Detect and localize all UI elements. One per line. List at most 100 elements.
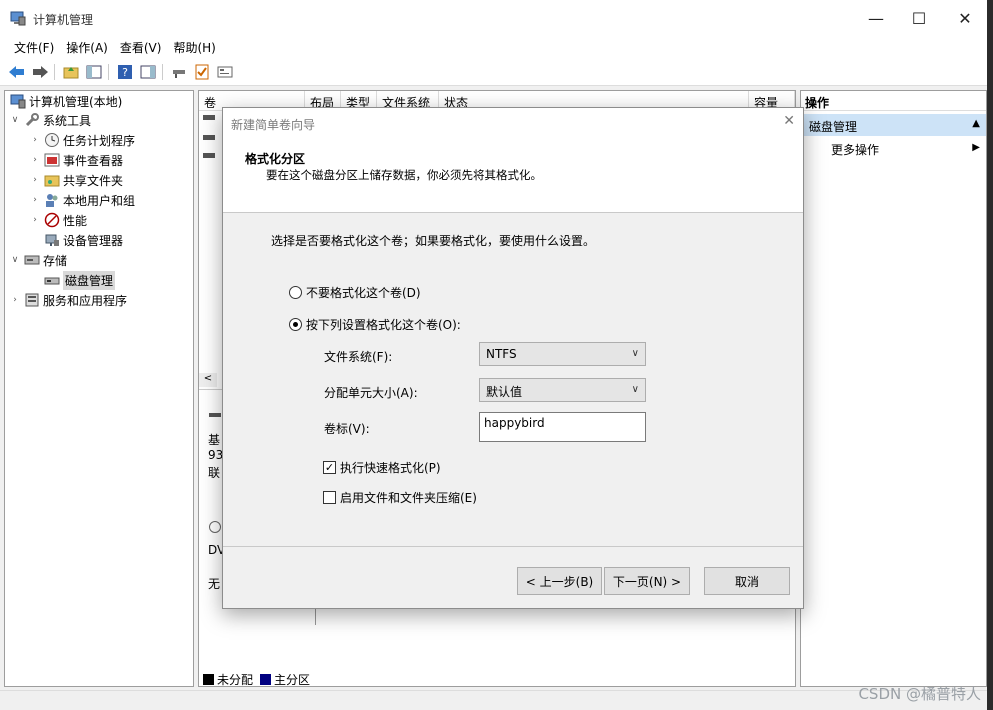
tree-label: 磁盘管理 — [63, 270, 116, 290]
help-icon[interactable]: ? — [115, 62, 135, 82]
volume-label-input[interactable]: happybird — [479, 412, 646, 442]
tree-item-device-manager[interactable]: 设备管理器 — [41, 230, 123, 250]
close-button[interactable]: ✕ — [942, 0, 988, 36]
menu-view[interactable]: 查看(V) — [114, 36, 168, 58]
tree-item-shared-folders[interactable]: › 共享文件夹 — [29, 170, 123, 190]
radio-button[interactable] — [289, 318, 302, 331]
actions-header: 操作 — [801, 91, 986, 111]
dialog-header: 格式化分区 要在这个磁盘分区上储存数据，你必须先将其格式化。 — [223, 138, 803, 213]
disk-info-text: 联 — [208, 466, 221, 480]
computer-management-icon — [10, 93, 26, 109]
forward-arrow-icon[interactable] — [30, 62, 50, 82]
scroll-left-button[interactable]: < — [199, 373, 217, 387]
tree-label: 存储 — [43, 253, 68, 268]
tree-item-event-viewer[interactable]: › 事件查看器 — [29, 150, 123, 170]
svg-text:?: ? — [122, 66, 128, 79]
show-hide-tree-icon[interactable] — [84, 62, 104, 82]
radio-format[interactable]: 按下列设置格式化这个卷(O): — [289, 316, 461, 333]
tree-item-storage[interactable]: ∨ 存储 — [9, 250, 67, 270]
back-button[interactable]: < 上一步(B) — [517, 567, 602, 595]
device-manager-icon — [44, 232, 60, 248]
tree-item-performance[interactable]: › 性能 — [29, 210, 87, 230]
dialog-separator — [223, 546, 803, 547]
tree-label: 事件查看器 — [63, 153, 124, 168]
dialog-title-bar: 新建简单卷向导 ✕ — [223, 108, 803, 138]
users-icon — [44, 192, 60, 208]
tree-label: 任务计划程序 — [63, 133, 136, 148]
dvd-icon — [209, 521, 221, 533]
volume-label-label: 卷标(V): — [324, 422, 370, 436]
disk-info-text: 93 — [208, 448, 224, 462]
dialog-close-button[interactable]: ✕ — [783, 113, 795, 129]
event-viewer-icon — [44, 152, 60, 168]
window-title: 计算机管理 — [33, 13, 94, 27]
up-folder-icon[interactable] — [61, 62, 81, 82]
filesystem-select[interactable]: NTFS ∨ — [479, 342, 646, 366]
clock-icon — [44, 132, 60, 148]
quick-format-checkbox[interactable]: ✓ — [323, 461, 336, 474]
chevron-right-icon[interactable]: › — [29, 155, 41, 165]
compression-checkbox[interactable] — [323, 491, 336, 504]
volume-row-icon — [203, 135, 215, 140]
volume-row-icon — [203, 115, 215, 120]
radio-label: 不要格式化这个卷(D) — [306, 286, 421, 300]
checklist-icon[interactable] — [192, 62, 212, 82]
legend-swatch-primary — [260, 674, 272, 685]
submenu-arrow-icon: ▶ — [972, 142, 980, 153]
tree-item-system-tools[interactable]: ∨ 系统工具 — [9, 110, 91, 130]
new-simple-volume-wizard-dialog: 新建简单卷向导 ✕ 格式化分区 要在这个磁盘分区上储存数据，你必须先将其格式化。… — [222, 107, 804, 609]
more-actions-label: 更多操作 — [831, 143, 880, 157]
properties-icon[interactable] — [215, 62, 235, 82]
tree-item-local-users[interactable]: › 本地用户和组 — [29, 190, 135, 210]
services-icon — [24, 292, 40, 308]
chevron-right-icon[interactable]: › — [29, 135, 41, 145]
tree-root[interactable]: 计算机管理(本地) — [7, 91, 122, 111]
tree-item-task-scheduler[interactable]: › 任务计划程序 — [29, 130, 135, 150]
tree-item-disk-management[interactable]: 磁盘管理 — [41, 270, 116, 290]
legend-swatch-unallocated — [203, 674, 214, 685]
tree-label: 设备管理器 — [63, 233, 124, 248]
tree-label: 本地用户和组 — [63, 193, 136, 208]
tools-icon — [24, 112, 40, 128]
disk-info-text: 基 — [208, 433, 221, 447]
chevron-right-icon[interactable]: › — [29, 175, 41, 185]
compression-checkbox-row[interactable]: 启用文件和文件夹压缩(E) — [323, 489, 477, 506]
next-button[interactable]: 下一页(N) > — [604, 567, 690, 595]
chevron-right-icon[interactable]: › — [9, 295, 21, 305]
more-actions-item[interactable]: 更多操作 — [831, 141, 879, 158]
chevron-right-icon[interactable]: › — [29, 195, 41, 205]
disk-management-icon — [44, 272, 60, 288]
menu-file[interactable]: 文件(F) — [8, 36, 60, 58]
computer-management-icon — [10, 10, 26, 26]
quick-format-checkbox-row[interactable]: ✓ 执行快速格式化(P) — [323, 459, 441, 476]
legend: 未分配 主分区 — [203, 671, 310, 688]
back-arrow-icon[interactable] — [7, 62, 27, 82]
filesystem-value: NTFS — [486, 347, 517, 361]
menu-action[interactable]: 操作(A) — [60, 36, 114, 58]
menu-help[interactable]: 帮助(H) — [167, 36, 221, 58]
storage-icon — [24, 252, 40, 268]
allocation-unit-label: 分配单元大小(A): — [324, 386, 418, 400]
chevron-right-icon[interactable]: › — [29, 215, 41, 225]
filesystem-label: 文件系统(F): — [324, 350, 393, 364]
disk-icon — [209, 413, 221, 417]
chevron-down-icon[interactable]: ∨ — [9, 115, 21, 125]
radio-no-format[interactable]: 不要格式化这个卷(D) — [289, 284, 421, 301]
minimize-button[interactable]: — — [853, 0, 899, 36]
title-bar: 计算机管理 — ☐ ✕ — [0, 0, 987, 36]
maximize-button[interactable]: ☐ — [896, 0, 942, 36]
tree-label: 共享文件夹 — [63, 173, 124, 188]
menu-bar: 文件(F) 操作(A) 查看(V) 帮助(H) — [0, 36, 987, 58]
actions-section-disk-management[interactable]: 磁盘管理 ▲ — [804, 114, 986, 136]
action-pane-icon[interactable] — [138, 62, 158, 82]
navigation-tree: 计算机管理(本地) ∨ 系统工具 › 任务计划程序 › 事件查看器 › 共享文件… — [4, 90, 194, 687]
cancel-button[interactable]: 取消 — [704, 567, 790, 595]
tree-item-services-apps[interactable]: › 服务和应用程序 — [9, 290, 127, 310]
pane-divider — [315, 609, 316, 625]
allocation-unit-select[interactable]: 默认值 ∨ — [479, 378, 646, 402]
connect-icon[interactable] — [169, 62, 189, 82]
chevron-down-icon[interactable]: ∨ — [9, 255, 21, 265]
collapse-up-icon[interactable]: ▲ — [972, 118, 980, 129]
tree-label: 服务和应用程序 — [43, 293, 128, 308]
radio-button[interactable] — [289, 286, 302, 299]
